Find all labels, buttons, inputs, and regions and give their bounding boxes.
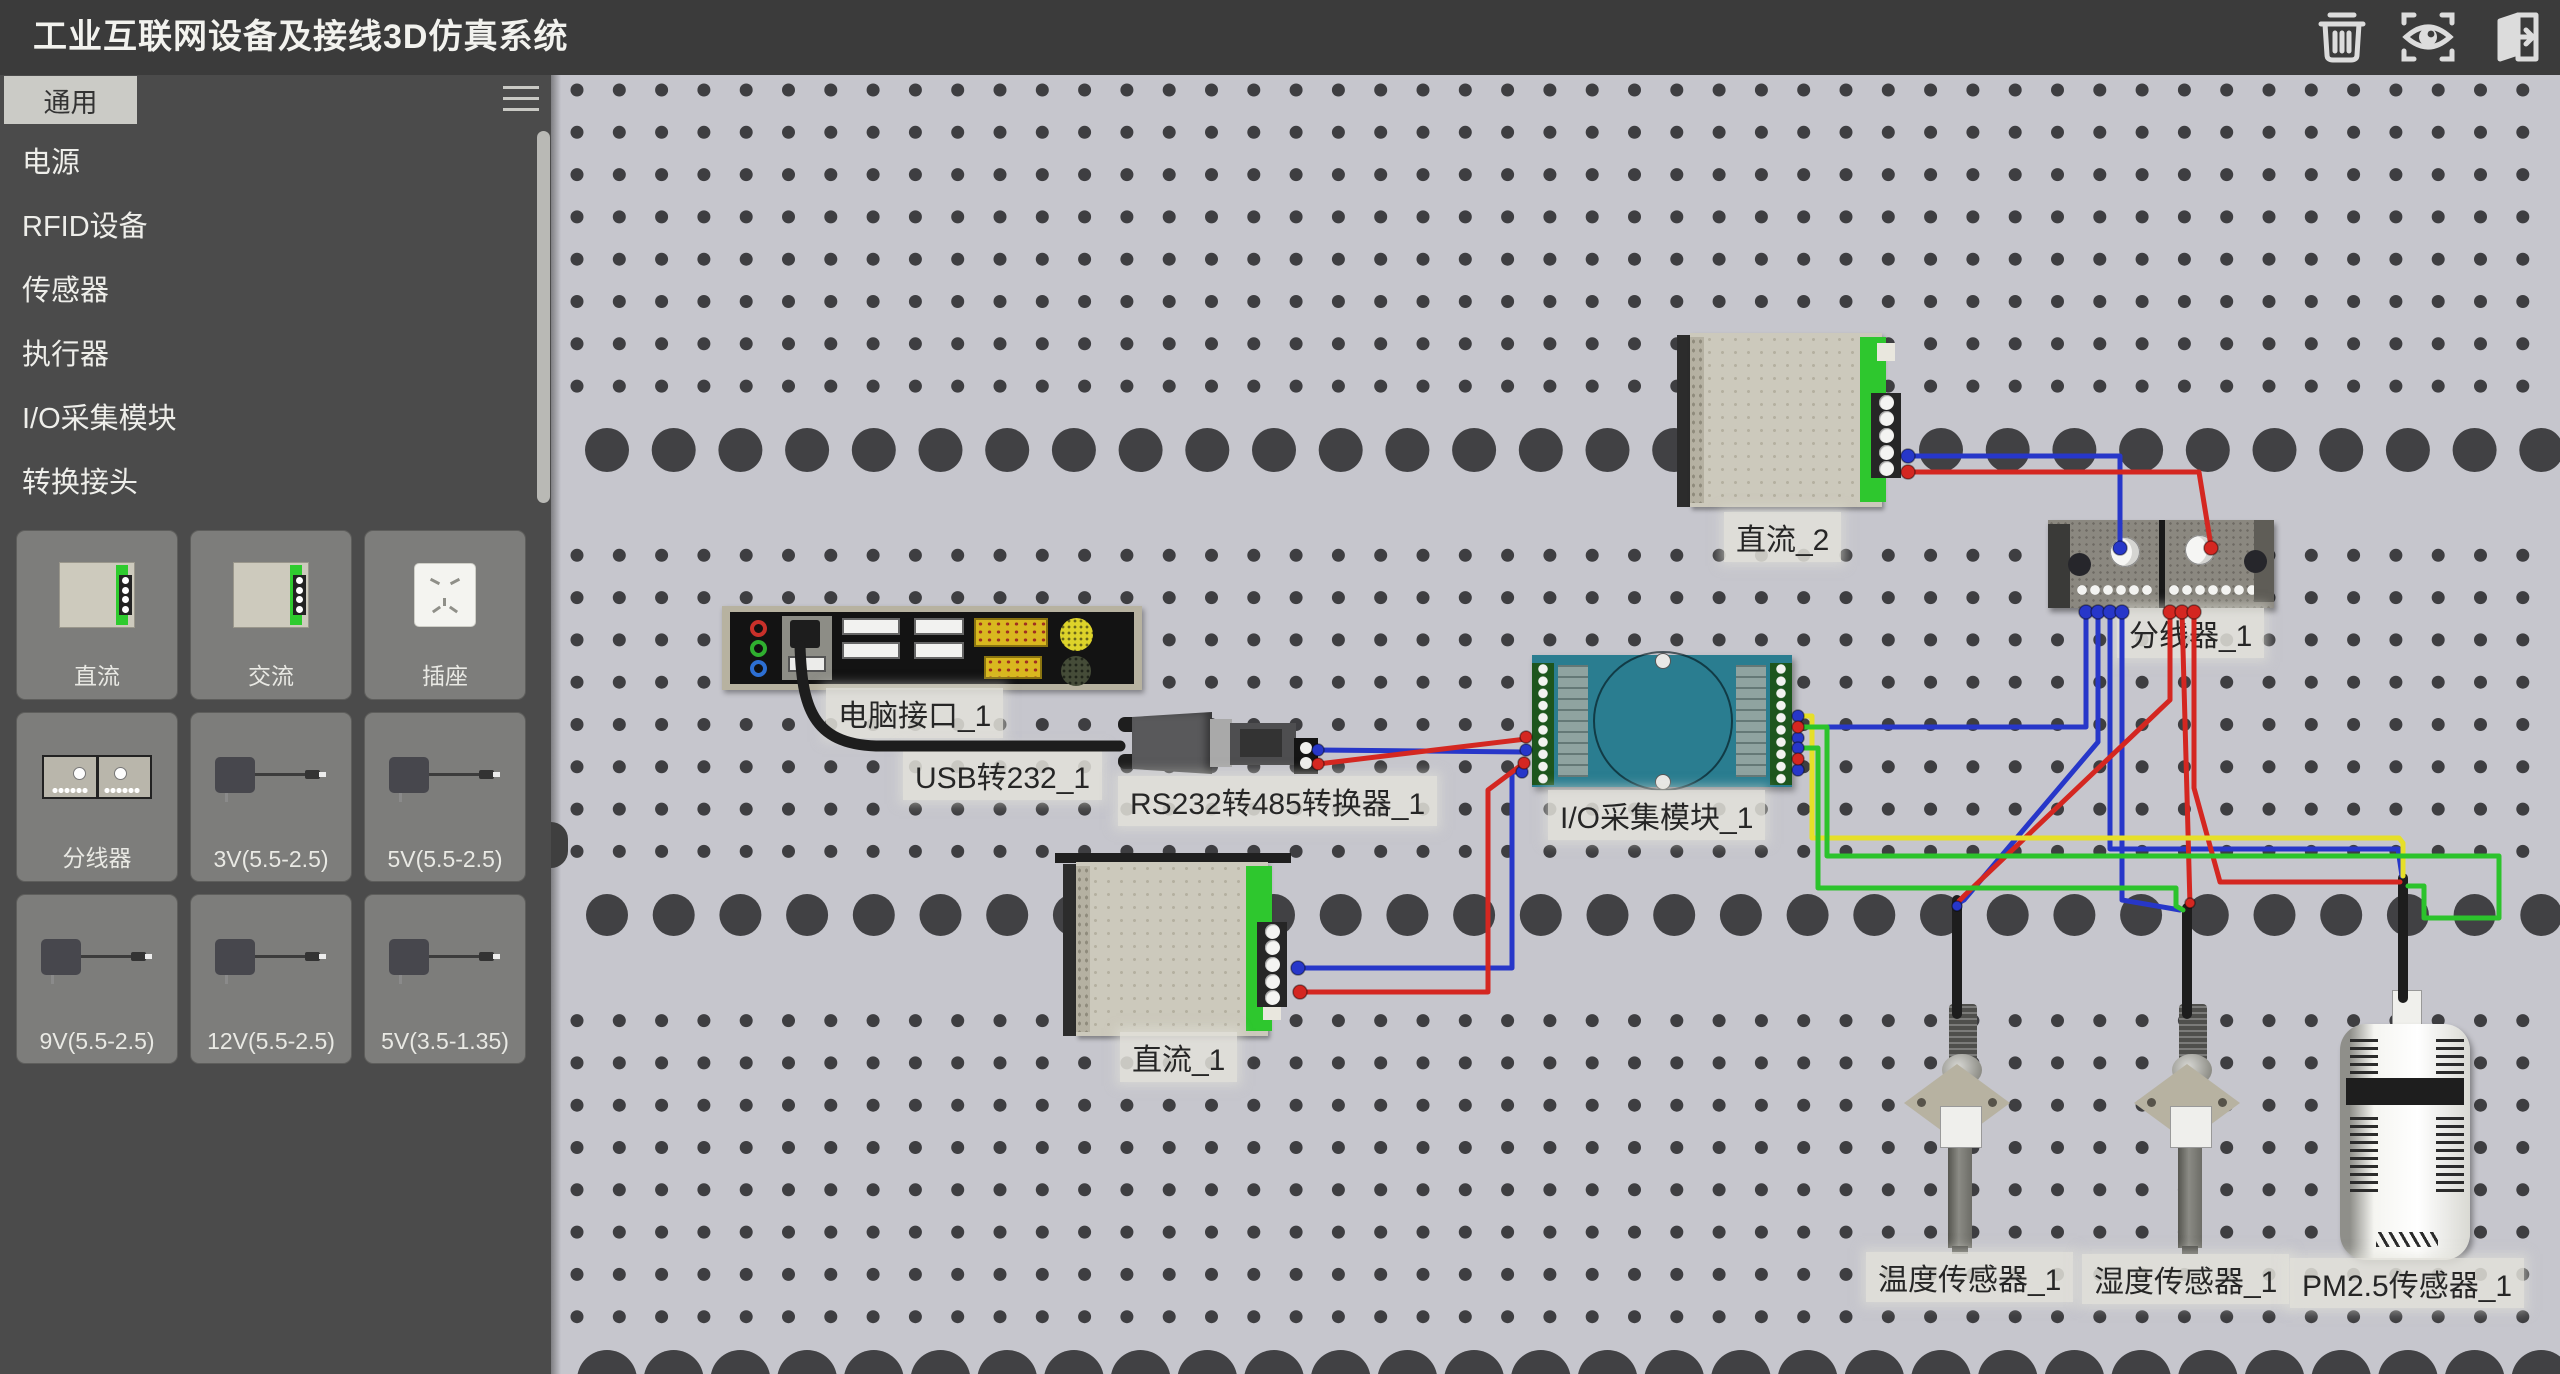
- device-card-grid: 直流 交流 插座 分线器 3V(5.5-2.5) 5V(5.5-2.5) 9V(…: [10, 524, 540, 1070]
- exit-icon: [2484, 9, 2544, 65]
- label-computer-port: 电脑接口_1: [826, 688, 1003, 738]
- adapter-thumb: [365, 909, 525, 1009]
- trash-icon: [2313, 9, 2371, 65]
- card-adapter-12v[interactable]: 12V(5.5-2.5): [190, 894, 352, 1064]
- dc-power-thumb: [17, 545, 177, 645]
- label-io-module: I/O采集模块_1: [1548, 790, 1765, 840]
- card-adapter-5v[interactable]: 5V(5.5-2.5): [364, 712, 526, 882]
- outlet-thumb: [365, 545, 525, 645]
- app-title: 工业互联网设备及接线3D仿真系统: [33, 0, 568, 75]
- label-splitter: 分线器_1: [2117, 608, 2264, 658]
- splitter-thumb: [17, 727, 177, 827]
- preview-button[interactable]: [2396, 6, 2460, 68]
- device-pm25-sensor[interactable]: [2338, 990, 2474, 1266]
- sidebar: 通用 电源 RFID设备 传感器 执行器 I/O采集模块 转换接头 直流 交流 …: [0, 75, 551, 1374]
- device-rs232-485-converter[interactable]: [1118, 712, 1318, 774]
- label-pm25-sensor: PM2.5传感器_1: [2290, 1258, 2524, 1308]
- card-splitter[interactable]: 分线器: [16, 712, 178, 882]
- adapter-thumb: [17, 909, 177, 1009]
- label-dc-power-2: 直流_2: [1724, 512, 1841, 562]
- label-dc-power-1: 直流_1: [1120, 1032, 1237, 1082]
- device-dc-power-2[interactable]: [1677, 333, 1897, 510]
- device-humidity-sensor[interactable]: [2134, 1002, 2240, 1254]
- label-temp-sensor: 温度传感器_1: [1866, 1252, 2073, 1302]
- toolbar: [2310, 6, 2546, 68]
- card-adapter-5v-small[interactable]: 5V(3.5-1.35): [364, 894, 526, 1064]
- adapter-thumb: [191, 727, 351, 827]
- sidebar-scrollbar[interactable]: [537, 131, 550, 503]
- adapter-thumb: [191, 909, 351, 1009]
- adapter-thumb: [365, 727, 525, 827]
- label-usb232: USB转232_1: [903, 750, 1102, 800]
- menu-icon[interactable]: [503, 86, 539, 114]
- sidebar-item-power[interactable]: 电源: [0, 131, 536, 195]
- device-dc-power-1[interactable]: [1063, 862, 1283, 1039]
- tab-general[interactable]: 通用: [4, 76, 137, 124]
- card-outlet[interactable]: 插座: [364, 530, 526, 700]
- card-adapter-3v[interactable]: 3V(5.5-2.5): [190, 712, 352, 882]
- sidebar-collapse-handle[interactable]: [551, 822, 568, 868]
- ps2-block: [782, 616, 832, 680]
- category-menu: 电源 RFID设备 传感器 执行器 I/O采集模块 转换接头: [0, 131, 536, 515]
- sidebar-item-rfid[interactable]: RFID设备: [0, 195, 536, 259]
- card-ac-power[interactable]: 交流: [190, 530, 352, 700]
- sidebar-item-io-module[interactable]: I/O采集模块: [0, 387, 536, 451]
- delete-button[interactable]: [2310, 6, 2374, 68]
- label-rs232-485: RS232转485转换器_1: [1118, 776, 1437, 826]
- canvas-edge-shadow: [551, 75, 561, 1374]
- eye-icon: [2398, 9, 2458, 65]
- sidebar-item-sensor[interactable]: 传感器: [0, 259, 536, 323]
- ac-power-thumb: [191, 545, 351, 645]
- device-temp-sensor[interactable]: [1904, 1002, 2010, 1254]
- label-humidity-sensor: 湿度传感器_1: [2082, 1254, 2289, 1304]
- device-computer-port[interactable]: [722, 606, 1142, 690]
- device-splitter[interactable]: [2048, 520, 2274, 608]
- exit-button[interactable]: [2482, 6, 2546, 68]
- sidebar-item-actuator[interactable]: 执行器: [0, 323, 536, 387]
- device-io-module[interactable]: [1532, 655, 1792, 787]
- sidebar-item-adapter[interactable]: 转换接头: [0, 451, 536, 515]
- card-adapter-9v[interactable]: 9V(5.5-2.5): [16, 894, 178, 1064]
- card-dc-power[interactable]: 直流: [16, 530, 178, 700]
- top-bar: 工业互联网设备及接线3D仿真系统: [0, 0, 2560, 75]
